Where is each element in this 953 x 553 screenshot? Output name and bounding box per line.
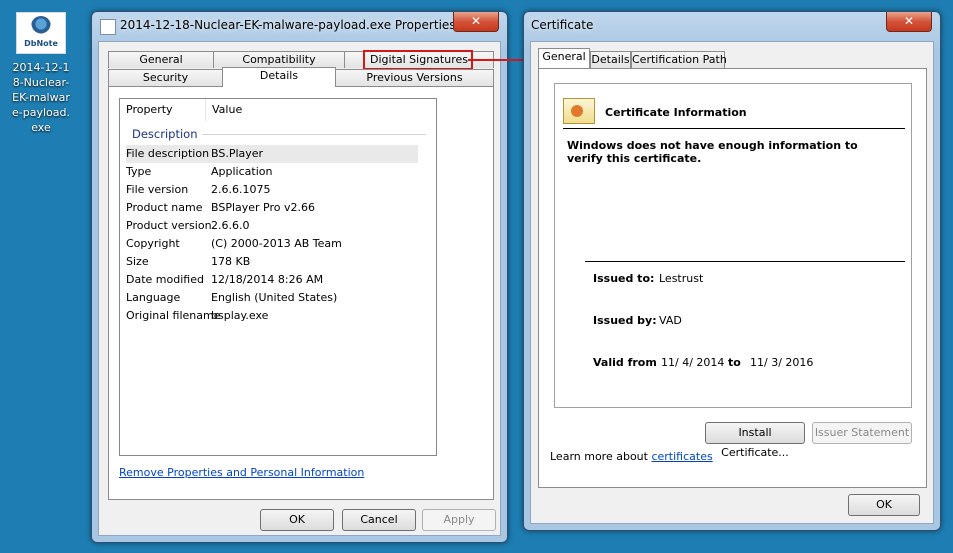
- list-item[interactable]: Product version 2.6.6.0: [126, 217, 418, 235]
- certificate-info-box: Certificate Information Windows does not…: [554, 83, 912, 408]
- desktop-icon-caption: 2014-12-18-Nuclear-EK-malware-payload.ex…: [12, 61, 70, 134]
- certificates-link[interactable]: certificates: [651, 450, 712, 463]
- property-name: Copyright: [126, 237, 180, 250]
- apply-button[interactable]: Apply: [422, 509, 496, 531]
- property-value: bsplay.exe: [211, 309, 269, 322]
- property-name: Date modified: [126, 273, 204, 286]
- property-value: Application: [211, 165, 273, 178]
- list-item[interactable]: Type Application: [126, 163, 418, 181]
- column-header-value[interactable]: Value: [206, 99, 436, 121]
- certificate-seal: [571, 105, 583, 117]
- list-item[interactable]: Product name BSPlayer Pro v2.66: [126, 199, 418, 217]
- property-name: Type: [126, 165, 152, 178]
- property-value: 12/18/2014 8:26 AM: [211, 273, 324, 286]
- property-value: English (United States): [211, 291, 338, 304]
- tab-details[interactable]: Details: [222, 67, 336, 87]
- properties-list[interactable]: Property Value Description File descript…: [119, 98, 437, 456]
- heading-divider: [563, 128, 905, 129]
- property-name: File version: [126, 183, 189, 196]
- certificate-icon: [563, 98, 595, 124]
- property-name: Product version: [126, 219, 212, 232]
- dbnote-logo-text: DbNote: [24, 39, 58, 48]
- certificate-client: General Details Certification Path Certi…: [530, 41, 934, 524]
- window-title: 2014-12-18-Nuclear-EK-malware-payload.ex…: [120, 18, 456, 32]
- property-value: BS.Player: [211, 147, 264, 160]
- ok-button[interactable]: OK: [848, 494, 920, 516]
- valid-to-label: to: [728, 356, 741, 369]
- group-description: Description: [132, 127, 198, 141]
- list-item[interactable]: File description BS.Player: [126, 145, 418, 163]
- property-name: Product name: [126, 201, 203, 214]
- property-value: BSPlayer Pro v2.66: [211, 201, 316, 214]
- desktop-file-icon[interactable]: DbNote 2014-12-18-Nuclear-EK-malware-pay…: [10, 12, 72, 135]
- property-name: File description: [126, 147, 210, 160]
- valid-to-value: 11/ 3/ 2016: [750, 356, 814, 369]
- app-icon: [100, 19, 116, 35]
- learn-more-prefix: Learn more about: [550, 450, 652, 463]
- window-title: Certificate: [531, 18, 594, 32]
- certificate-window: Certificate ✕ General Details Certificat…: [523, 11, 941, 531]
- learn-more-text: Learn more about certificates: [550, 450, 713, 463]
- properties-window: 2014-12-18-Nuclear-EK-malware-payload.ex…: [91, 11, 508, 543]
- group-divider: [202, 134, 426, 135]
- tab-details[interactable]: Details: [590, 51, 631, 68]
- dbnote-logo-mark: [31, 16, 51, 36]
- digital-signatures-highlight: [363, 50, 473, 70]
- remove-properties-link[interactable]: Remove Properties and Personal Informati…: [119, 466, 364, 479]
- close-button[interactable]: ✕: [453, 12, 499, 32]
- issuer-statement-button[interactable]: Issuer Statement: [812, 422, 912, 444]
- cancel-button[interactable]: Cancel: [342, 509, 416, 531]
- property-value: 2.6.6.0: [211, 219, 250, 232]
- list-item[interactable]: Original filename bsplay.exe: [126, 307, 418, 325]
- list-item[interactable]: Copyright (C) 2000-2013 AB Team: [126, 235, 418, 253]
- list-item[interactable]: Language English (United States): [126, 289, 418, 307]
- issued-to-label: Issued to:: [593, 272, 655, 285]
- property-value: 178 KB: [211, 255, 251, 268]
- issued-by-value: VAD: [659, 314, 682, 327]
- issued-to-value: Lestrust: [659, 272, 704, 285]
- install-certificate-button[interactable]: Install Certificate...: [705, 422, 805, 459]
- column-header-property[interactable]: Property: [120, 99, 206, 121]
- property-name: Original filename: [126, 309, 221, 322]
- property-value: 2.6.6.1075: [211, 183, 271, 196]
- tab-previous-versions[interactable]: Previous Versions: [335, 69, 494, 86]
- dbnote-logo: DbNote: [16, 12, 66, 54]
- properties-client: General Compatibility Digital Signatures…: [98, 41, 501, 536]
- valid-from-value: 11/ 4/ 2014: [661, 356, 725, 369]
- certificate-warning: Windows does not have enough information…: [567, 139, 858, 165]
- tab-compatibility[interactable]: Compatibility: [213, 51, 345, 68]
- list-item[interactable]: File version 2.6.6.1075: [126, 181, 418, 199]
- list-item[interactable]: Date modified 12/18/2014 8:26 AM: [126, 271, 418, 289]
- general-panel: Certificate Information Windows does not…: [538, 68, 927, 488]
- details-panel: Property Value Description File descript…: [108, 86, 494, 500]
- issued-by-label: Issued by:: [593, 314, 657, 327]
- tab-certification-path[interactable]: Certification Path: [631, 51, 727, 68]
- property-name: Size: [126, 255, 149, 268]
- tab-general[interactable]: General: [538, 48, 590, 68]
- ok-button[interactable]: OK: [260, 509, 334, 531]
- tab-general[interactable]: General: [108, 51, 214, 68]
- close-button[interactable]: ✕: [886, 12, 932, 32]
- property-value: (C) 2000-2013 AB Team: [211, 237, 342, 250]
- property-name: Language: [126, 291, 181, 304]
- valid-from-label: Valid from: [593, 356, 657, 369]
- list-item[interactable]: Size 178 KB: [126, 253, 418, 271]
- details-divider: [585, 261, 905, 262]
- tab-security[interactable]: Security: [108, 69, 223, 86]
- certificate-info-heading: Certificate Information: [605, 106, 747, 119]
